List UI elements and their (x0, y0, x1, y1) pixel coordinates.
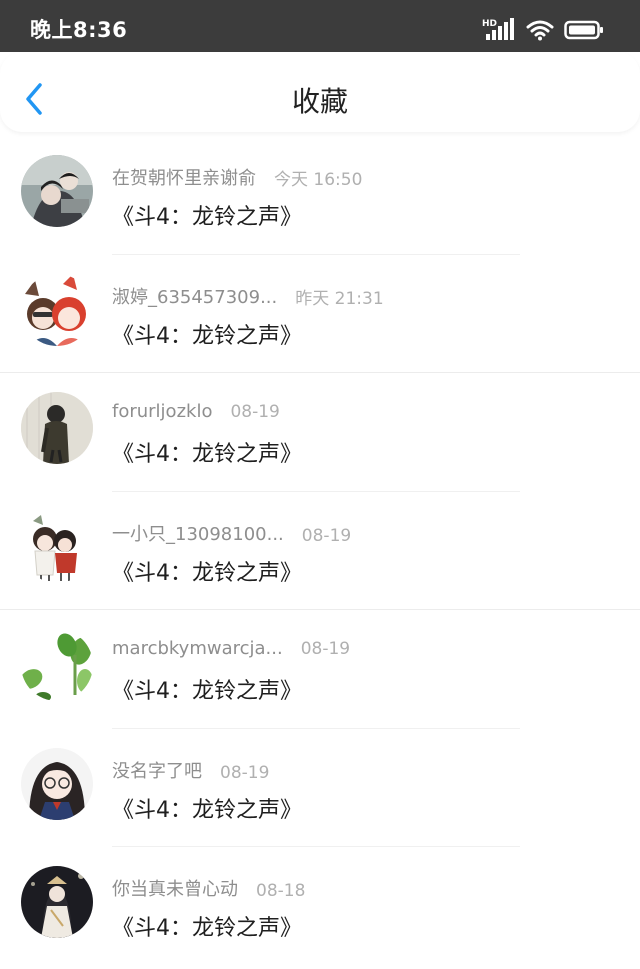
favorite-item[interactable]: 你当真未曾心动 08-18 《斗4：龙铃之声》 (0, 847, 640, 966)
network-label: HD (482, 19, 497, 29)
favorite-item[interactable]: 一小只_13098100... 08-19 《斗4：龙铃之声》 (0, 492, 640, 610)
avatar[interactable] (21, 629, 93, 701)
post-title[interactable]: 《斗4：龙铃之声》 (112, 555, 302, 587)
timestamp: 08-18 (256, 881, 306, 901)
username[interactable]: 没名字了吧 (112, 757, 202, 783)
wifi-icon (526, 19, 554, 41)
signal-icon: HD (482, 18, 516, 42)
favorite-item[interactable]: 淑婷_635457309... 昨天 21:31 《斗4：龙铃之声》 (0, 255, 640, 373)
username[interactable]: 你当真未曾心动 (112, 875, 238, 901)
username[interactable]: 一小只_13098100... (112, 520, 284, 546)
item-meta: 你当真未曾心动 08-18 (112, 875, 305, 901)
avatar[interactable] (21, 392, 93, 464)
timestamp: 08-19 (220, 762, 270, 783)
timestamp: 08-19 (301, 525, 352, 546)
battery-icon (564, 19, 604, 41)
timestamp: 08-19 (300, 639, 351, 659)
username[interactable]: marcbkymwarcja... (112, 638, 283, 659)
header-bar: 收藏 (0, 52, 640, 132)
post-title[interactable]: 《斗4：龙铃之声》 (112, 792, 302, 824)
status-icons: HD (482, 16, 604, 44)
username[interactable]: forurljozklo (112, 401, 212, 422)
post-title[interactable]: 《斗4：龙铃之声》 (112, 910, 302, 942)
item-meta: 在贺朝怀里亲谢俞 今天 16:50 (112, 164, 362, 190)
favorites-list: 在贺朝怀里亲谢俞 今天 16:50 《斗4：龙铃之声》 淑婷_635457309.… (0, 136, 640, 966)
avatar[interactable] (21, 510, 93, 583)
favorite-item[interactable]: 在贺朝怀里亲谢俞 今天 16:50 《斗4：龙铃之声》 (0, 136, 640, 255)
item-meta: 没名字了吧 08-19 (112, 757, 269, 783)
avatar[interactable] (21, 747, 93, 820)
item-meta: marcbkymwarcja... 08-19 (112, 638, 350, 659)
status-bar: 晚上8:36 HD (0, 0, 640, 52)
page-title: 收藏 (291, 85, 348, 118)
avatar[interactable] (21, 155, 93, 227)
avatar[interactable] (21, 273, 93, 346)
favorite-item[interactable]: marcbkymwarcja... 08-19 《斗4：龙铃之声》 (0, 610, 640, 729)
post-title[interactable]: 《斗4：龙铃之声》 (112, 199, 302, 231)
post-title[interactable]: 《斗4：龙铃之声》 (112, 673, 302, 705)
timestamp: 08-19 (230, 402, 280, 422)
status-time: 晚上8:36 (30, 18, 128, 42)
post-title[interactable]: 《斗4：龙铃之声》 (112, 436, 302, 468)
item-meta: 淑婷_635457309... 昨天 21:31 (112, 283, 384, 309)
username[interactable]: 淑婷_635457309... (112, 283, 277, 309)
username[interactable]: 在贺朝怀里亲谢俞 (112, 164, 256, 190)
timestamp: 今天 16:50 (274, 170, 363, 190)
item-meta: forurljozklo 08-19 (112, 401, 280, 422)
favorite-item[interactable]: forurljozklo 08-19 《斗4：龙铃之声》 (0, 373, 640, 492)
post-title[interactable]: 《斗4：龙铃之声》 (112, 318, 302, 350)
timestamp: 昨天 21:31 (295, 288, 384, 309)
avatar[interactable] (21, 866, 93, 938)
item-meta: 一小只_13098100... 08-19 (112, 520, 351, 546)
favorite-item[interactable]: 没名字了吧 08-19 《斗4：龙铃之声》 (0, 729, 640, 847)
